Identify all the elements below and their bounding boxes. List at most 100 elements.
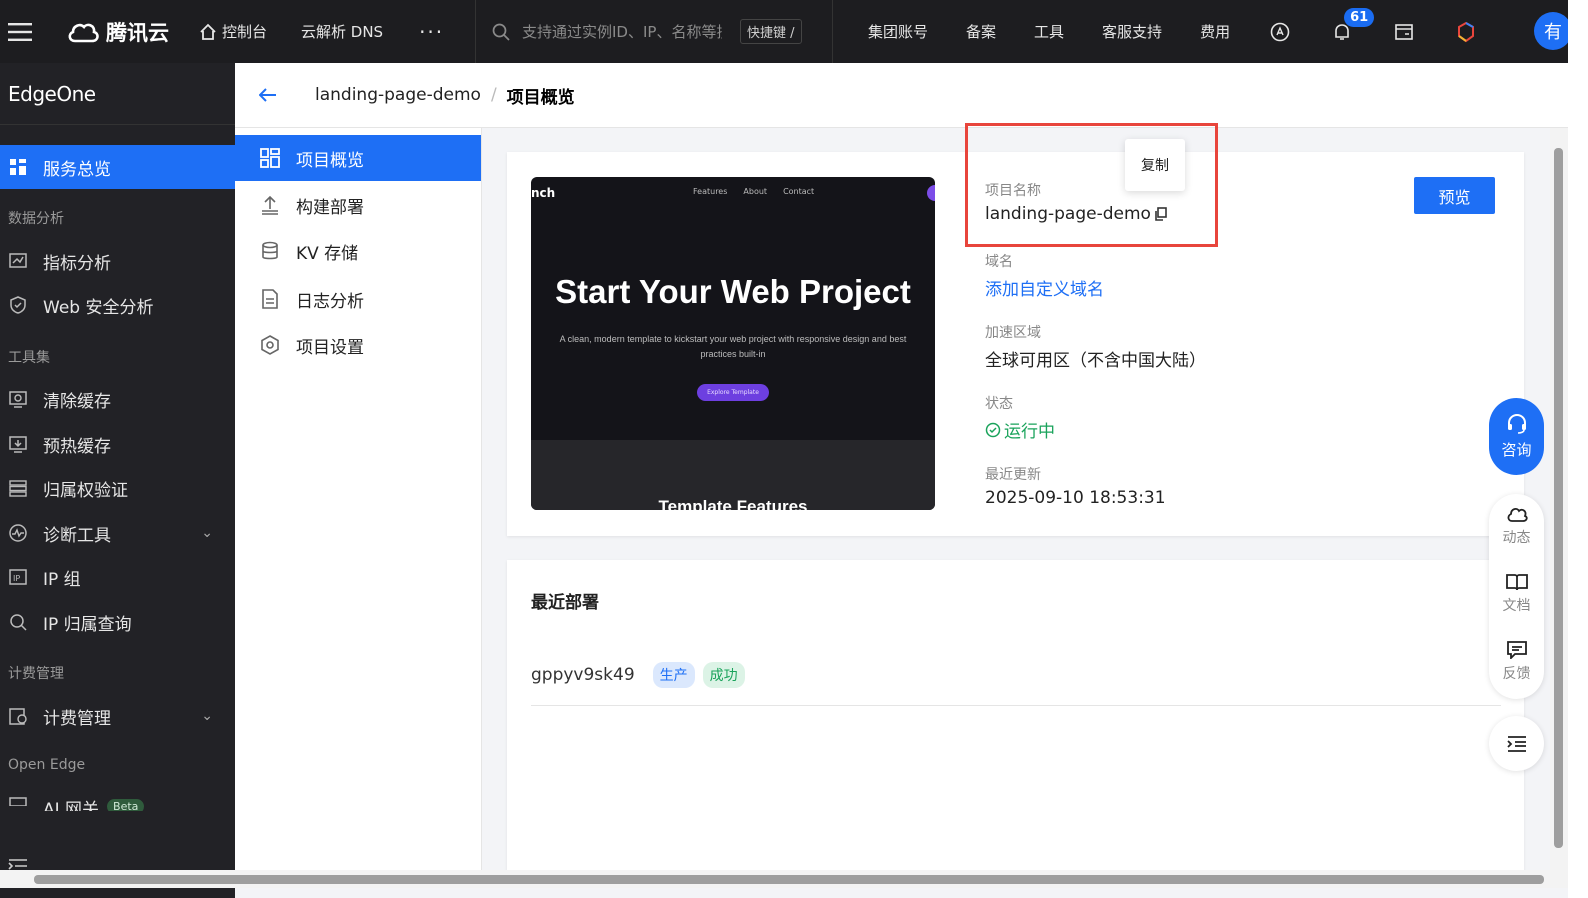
- updated-value: 2025-09-10 18:53:31: [985, 488, 1166, 508]
- sidebar-item-label: AI 网关: [43, 800, 100, 811]
- database-icon: [259, 240, 281, 262]
- dns-label: 云解析 DNS: [301, 23, 384, 41]
- sidebar-group-open-edge: Open Edge: [8, 757, 86, 773]
- dashboard-icon: [8, 157, 28, 177]
- sidebar-item-ai-gateway[interactable]: AI 网关 Beta: [0, 787, 235, 811]
- dns-link[interactable]: 云解析 DNS: [301, 21, 383, 42]
- hamburger-menu-icon[interactable]: [2, 0, 38, 63]
- subnav-item-settings[interactable]: 项目设置: [235, 322, 481, 368]
- gateway-icon: [8, 787, 28, 807]
- recent-deployments-card: 最近部署 gppyv9sk49 生产 成功: [507, 560, 1524, 880]
- chart-icon: [8, 251, 28, 271]
- environment-tag: 生产: [652, 661, 695, 688]
- sidebar-item-label: 归属权验证: [43, 480, 128, 501]
- sidebar-item-label: IP 组: [43, 569, 81, 590]
- back-arrow-icon[interactable]: [258, 83, 283, 107]
- subnav-item-build[interactable]: 构建部署: [235, 182, 481, 228]
- console-link[interactable]: 控制台: [199, 21, 267, 42]
- tools-link[interactable]: 工具: [1034, 21, 1064, 42]
- thumb-nav: Features About Contact: [693, 187, 814, 196]
- top-navigation-bar: 腾讯云 控制台 云解析 DNS ··· 支持通过实例ID、IP、名称等搜 快捷键…: [0, 0, 1588, 63]
- outline-menu-button[interactable]: [1489, 716, 1544, 771]
- deployment-row[interactable]: gppyv9sk49 生产 成功: [531, 644, 1502, 706]
- global-search-box[interactable]: 支持通过实例ID、IP、名称等搜 快捷键 /: [475, 0, 833, 63]
- sidebar-item-label: Web 安全分析: [43, 297, 154, 318]
- chevron-down-icon[interactable]: ⌄: [201, 525, 213, 541]
- docs-button[interactable]: 文档: [1489, 564, 1544, 624]
- tencent-cloud-logo[interactable]: 腾讯云: [66, 17, 169, 47]
- dashboard-icon: [259, 147, 281, 169]
- home-icon: [200, 23, 216, 40]
- product-title: EdgeOne: [0, 63, 235, 125]
- consult-button[interactable]: 咨询: [1489, 398, 1544, 475]
- subnav-label: 项目设置: [296, 337, 364, 358]
- sidebar-item-label: 诊断工具: [43, 525, 111, 546]
- chevron-down-icon[interactable]: ⌄: [201, 708, 213, 724]
- vertical-scrollbar[interactable]: [1550, 128, 1568, 870]
- pulse-icon: [8, 523, 28, 543]
- region-label: 加速区域: [985, 325, 1041, 341]
- sidebar-item-iplookup[interactable]: IP 归属查询: [0, 600, 235, 644]
- group-account-link[interactable]: 集团账号: [868, 21, 928, 42]
- document-icon: [259, 288, 281, 310]
- search-icon: [8, 612, 28, 632]
- app-launcher-icon[interactable]: [1454, 20, 1478, 44]
- left-sidebar: EdgeOne 服务总览 数据分析 指标分析 Web 安全分析 工具集 清除缓存…: [0, 63, 235, 898]
- notification-bell-icon[interactable]: 61: [1330, 7, 1375, 44]
- subnav-item-kv[interactable]: KV 存储: [235, 228, 481, 274]
- order-icon[interactable]: [1392, 20, 1416, 44]
- currency-icon[interactable]: [1268, 20, 1292, 44]
- sidebar-item-prefetch[interactable]: 预热缓存: [0, 422, 235, 466]
- status-tag: 成功: [702, 661, 745, 688]
- notification-count-badge: 61: [1344, 7, 1375, 27]
- check-circle-icon: [985, 422, 1001, 437]
- thumb-cta-button: Explore Template: [697, 384, 769, 401]
- horizontal-scroll-thumb[interactable]: [34, 875, 1544, 884]
- feedback-icon: [1506, 641, 1527, 659]
- page-title: 项目概览: [506, 87, 575, 108]
- add-custom-domain-link[interactable]: 添加自定义域名: [985, 275, 1104, 300]
- consult-label: 咨询: [1501, 441, 1532, 459]
- subnav-label: 日志分析: [296, 291, 364, 312]
- sidebar-group-tools: 工具集: [8, 350, 50, 366]
- purge-cache-icon: [8, 389, 28, 409]
- preview-button[interactable]: 预览: [1414, 177, 1495, 214]
- thumb-hero-title: Start Your Web Project: [555, 273, 911, 310]
- subnav-item-logs[interactable]: 日志分析: [235, 276, 481, 322]
- more-menu-button[interactable]: ···: [419, 20, 444, 44]
- sidebar-item-label: IP 归属查询: [43, 614, 132, 635]
- subnav-item-overview[interactable]: 项目概览: [235, 135, 481, 181]
- billing-link[interactable]: 费用: [1200, 21, 1230, 42]
- support-link[interactable]: 客服支持: [1102, 21, 1162, 42]
- breadcrumb-project[interactable]: landing-page-demo: [315, 85, 481, 105]
- site-preview-thumbnail[interactable]: nch Features About Contact Start Your We…: [531, 177, 935, 510]
- status-row: 运行中: [985, 417, 1055, 442]
- prefetch-icon: [8, 434, 28, 454]
- sidebar-item-purge[interactable]: 清除缓存: [0, 377, 235, 421]
- sidebar-item-metrics[interactable]: 指标分析: [0, 239, 235, 283]
- sidebar-item-ipgroup[interactable]: IP IP 组: [0, 555, 235, 599]
- feedback-button[interactable]: 反馈: [1489, 632, 1544, 692]
- status-label: 状态: [985, 396, 1013, 412]
- user-avatar[interactable]: 有: [1534, 12, 1572, 50]
- docs-label: 文档: [1502, 598, 1531, 614]
- sidebar-item-label: 服务总览: [43, 159, 111, 180]
- thumb-nav-button: [927, 185, 935, 201]
- svg-text:IP: IP: [13, 574, 20, 583]
- ip-icon: IP: [8, 567, 28, 587]
- sidebar-item-ownership[interactable]: 归属权验证: [0, 466, 235, 510]
- cloud-logo-icon: [68, 23, 99, 42]
- icp-filing-link[interactable]: 备案: [966, 21, 996, 42]
- list-indent-icon: [1506, 735, 1526, 752]
- brand-name: 腾讯云: [106, 20, 169, 45]
- search-placeholder: 支持通过实例ID、IP、名称等搜: [522, 23, 722, 41]
- sidebar-item-billing[interactable]: 计费管理 ⌄: [0, 694, 235, 738]
- vertical-scroll-thumb[interactable]: [1554, 148, 1563, 848]
- deployment-id: gppyv9sk49: [531, 664, 635, 685]
- horizontal-scrollbar[interactable]: [0, 870, 1568, 888]
- sidebar-item-diagnose[interactable]: 诊断工具 ⌄: [0, 511, 235, 555]
- sidebar-item-websec[interactable]: Web 安全分析: [0, 283, 235, 327]
- sidebar-item-overview[interactable]: 服务总览: [0, 145, 235, 189]
- sidebar-group-data: 数据分析: [8, 211, 64, 227]
- news-button[interactable]: 动态: [1489, 496, 1544, 556]
